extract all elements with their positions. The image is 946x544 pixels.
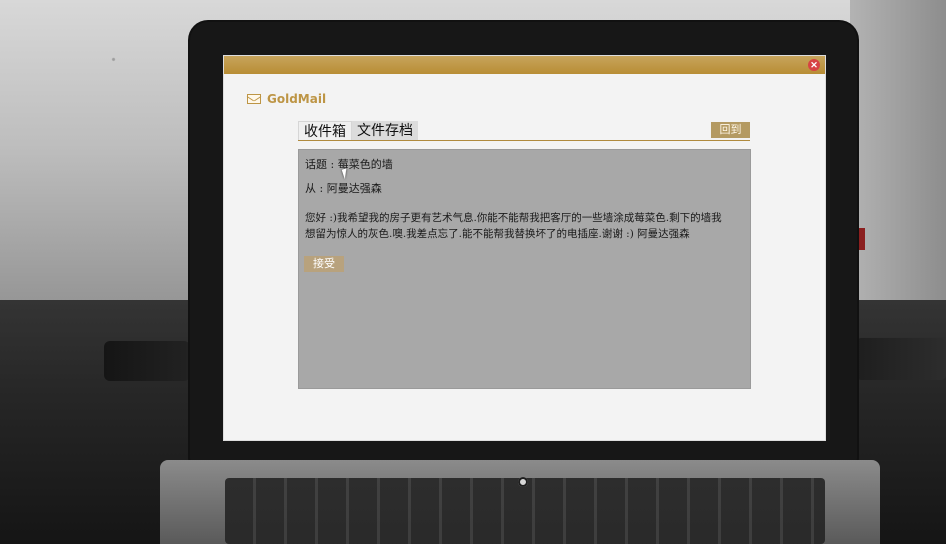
mail-icon: [247, 94, 261, 104]
reply-button[interactable]: 回到: [711, 122, 750, 138]
goldmail-window: ✕ GoldMail 收件箱 文件存档 回到 话题 : 莓菜色的墙 从 : 阿曼…: [224, 56, 825, 440]
message-sender: 从 : 阿曼达强森: [305, 182, 382, 195]
right-clamp: [856, 338, 946, 380]
tab-archive[interactable]: 文件存档: [352, 121, 418, 141]
window-titlebar: ✕: [224, 56, 825, 74]
side-wall: [850, 0, 946, 350]
brand-logo: GoldMail: [247, 91, 326, 107]
message-body: 您好 :)我希望我的房子更有艺术气息.你能不能帮我把客厅的一些墙涂成莓菜色.剩下…: [305, 212, 722, 240]
power-icon: [518, 477, 528, 487]
keyboard: [225, 478, 825, 544]
message-panel: 话题 : 莓菜色的墙 从 : 阿曼达强森 您好 :)我希望我的房子更有艺术气息.…: [298, 149, 751, 389]
brand-name: GoldMail: [267, 92, 327, 106]
tab-inbox[interactable]: 收件箱: [298, 121, 352, 141]
close-button[interactable]: ✕: [808, 59, 820, 71]
accept-button[interactable]: 接受: [304, 256, 344, 272]
tab-divider: [298, 140, 750, 141]
scene-background: ✕ GoldMail 收件箱 文件存档 回到 话题 : 莓菜色的墙 从 : 阿曼…: [0, 0, 946, 544]
left-clamp: [104, 341, 190, 381]
mail-tabs: 收件箱 文件存档: [298, 119, 418, 141]
